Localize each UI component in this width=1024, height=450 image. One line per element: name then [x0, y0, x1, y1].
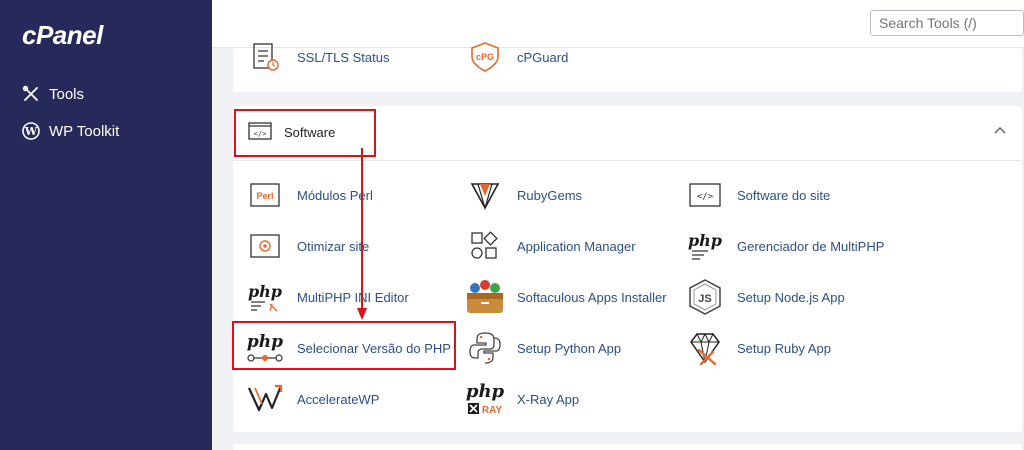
sidebar-item-label: Tools: [49, 85, 85, 103]
tool-otimizar-site[interactable]: Otimizar site: [245, 226, 369, 266]
optimize-icon: [245, 226, 285, 266]
tool-label: Softaculous Apps Installer: [517, 289, 667, 305]
tool-software-do-site[interactable]: </> Software do site: [685, 175, 830, 215]
tool-ssl-tls-status[interactable]: SSL/TLS Status: [245, 37, 390, 77]
tool-label: Application Manager: [517, 238, 636, 254]
tool-label: Software do site: [737, 187, 831, 203]
tool-setup-nodejs[interactable]: JS Setup Node.js App: [685, 277, 845, 317]
php-ini-icon: php: [245, 277, 285, 317]
wordpress-icon: W: [22, 122, 40, 140]
ssl-status-icon: [245, 37, 285, 77]
tool-label: Setup Ruby App: [737, 340, 831, 356]
tool-multiphp-ini-editor[interactable]: php MultiPHP INI Editor: [245, 277, 409, 317]
tool-label: Gerenciador de MultiPHP: [737, 238, 885, 254]
tool-label: cPGuard: [517, 49, 569, 65]
ruby-icon: [685, 328, 725, 368]
app-manager-icon: [465, 226, 505, 266]
nodejs-icon: JS: [685, 277, 725, 317]
php-icon-text: php: [688, 231, 722, 250]
perl-icon-text: Perl: [256, 191, 273, 201]
perl-icon: Perl: [245, 175, 285, 215]
php-icon-text: php: [466, 381, 505, 402]
tool-xray-app[interactable]: php RAY X-Ray App: [465, 379, 579, 419]
tool-label: RubyGems: [517, 187, 583, 203]
cpguard-icon-text: cPG: [476, 52, 494, 62]
acceleratewp-icon: [245, 379, 285, 419]
tool-cpguard[interactable]: cPG cPGuard: [465, 37, 568, 77]
sidebar-item-label: WP Toolkit: [49, 122, 120, 140]
tool-label: Setup Node.js App: [737, 289, 845, 305]
xray-icon-text: RAY: [482, 405, 503, 416]
tool-acceleratewp[interactable]: AccelerateWP: [245, 379, 379, 419]
sidebar: cPanel Tools W WP Toolkit: [0, 0, 212, 450]
softaculous-icon: [465, 277, 505, 317]
rubygems-icon: [465, 175, 505, 215]
svg-text:W: W: [24, 125, 38, 138]
tool-rubygems[interactable]: RubyGems: [465, 175, 582, 215]
sidebar-item-tools[interactable]: Tools: [22, 85, 84, 103]
tool-application-manager[interactable]: Application Manager: [465, 226, 636, 266]
code-icon-text: </>: [697, 192, 714, 202]
search-input[interactable]: [870, 10, 1024, 36]
tool-setup-ruby[interactable]: Setup Ruby App: [685, 328, 831, 368]
code-icon: </>: [685, 175, 725, 215]
tool-label: SSL/TLS Status: [297, 49, 390, 65]
xray-icon: php RAY: [465, 379, 505, 419]
php-icon-text: php: [248, 282, 282, 301]
sidebar-item-wp-toolkit[interactable]: W WP Toolkit: [22, 122, 119, 140]
python-icon: [465, 328, 505, 368]
tool-gerenciador-multiphp[interactable]: php Gerenciador de MultiPHP: [685, 226, 884, 266]
tool-label: AccelerateWP: [297, 391, 380, 407]
multiphp-manager-icon: php: [685, 226, 725, 266]
cpanel-logo[interactable]: cPanel: [22, 20, 103, 51]
tool-softaculous[interactable]: Softaculous Apps Installer: [465, 277, 667, 317]
red-arrow: [357, 148, 367, 320]
tools-icon: [22, 85, 40, 103]
next-panel: [233, 444, 1022, 450]
tool-label: Setup Python App: [517, 340, 622, 356]
nodejs-icon-text: JS: [698, 293, 711, 305]
tool-setup-python[interactable]: Setup Python App: [465, 328, 621, 368]
chevron-up-icon[interactable]: [991, 122, 1009, 140]
tool-label: X-Ray App: [517, 391, 580, 407]
cpguard-icon: cPG: [465, 37, 505, 77]
highlight-selecionar-versao-php: [232, 321, 456, 370]
